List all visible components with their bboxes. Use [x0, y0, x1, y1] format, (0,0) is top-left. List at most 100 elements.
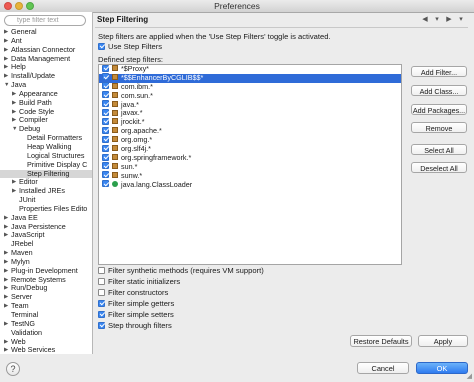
option-checkbox[interactable]: Filter simple setters [98, 310, 174, 320]
collapsed-arrow-icon[interactable]: ▶ [12, 116, 16, 125]
package-icon [112, 73, 118, 80]
package-icon [112, 154, 118, 160]
expanded-arrow-icon[interactable]: ▼ [12, 125, 17, 134]
collapsed-arrow-icon[interactable]: ▶ [4, 302, 8, 311]
collapsed-arrow-icon[interactable]: ▶ [4, 320, 8, 329]
expanded-arrow-icon[interactable]: ▼ [4, 81, 9, 90]
remove-button[interactable]: Remove [411, 122, 467, 133]
filter-row[interactable]: java.lang.ClassLoader [99, 179, 401, 190]
package-icon [112, 136, 118, 143]
tree-item[interactable]: ▶ Compiler [0, 116, 92, 125]
filter-label: *$$EnhancerByCGLIB$$* [121, 72, 204, 82]
filter-row[interactable]: java.* [99, 100, 401, 110]
filter-input[interactable] [4, 15, 86, 26]
collapsed-arrow-icon[interactable]: ▶ [4, 214, 8, 223]
collapsed-arrow-icon[interactable]: ▶ [4, 72, 8, 81]
collapsed-arrow-icon[interactable]: ▶ [4, 284, 8, 293]
collapsed-arrow-icon[interactable]: ▶ [4, 276, 8, 285]
use-step-filters-checkbox[interactable]: Use Step Filters [98, 42, 162, 52]
collapsed-arrow-icon[interactable]: ▶ [4, 267, 8, 276]
filter-checkbox[interactable] [102, 153, 109, 161]
collapsed-arrow-icon[interactable]: ▶ [12, 108, 16, 117]
page-description: Step filters are applied when the 'Use S… [98, 32, 331, 41]
option-checkbox[interactable]: Filter synthetic methods (requires VM su… [98, 266, 264, 276]
filter-checkbox[interactable] [102, 180, 109, 188]
cancel-button[interactable]: Cancel [357, 362, 409, 374]
package-icon [112, 100, 118, 107]
filter-checkbox[interactable] [102, 100, 109, 108]
window-title: Preferences [214, 1, 260, 11]
collapsed-arrow-icon[interactable]: ▶ [4, 258, 8, 267]
add-filter-button[interactable]: Add Filter... [411, 66, 467, 77]
filter-row[interactable]: com.sun.* [99, 90, 401, 101]
option-label: Filter constructors [108, 288, 169, 297]
option-label: Filter static initializers [108, 277, 181, 286]
collapsed-arrow-icon[interactable]: ▶ [4, 249, 8, 258]
package-icon [112, 82, 118, 89]
checkbox-icon[interactable] [98, 42, 105, 50]
defined-filters-label: Defined step filters: [98, 55, 163, 64]
filter-checkbox[interactable] [102, 117, 109, 125]
collapsed-arrow-icon[interactable]: ▶ [4, 223, 8, 232]
apply-button[interactable]: Apply [418, 335, 468, 347]
filter-checkbox[interactable] [102, 73, 109, 81]
ok-button[interactable]: OK [416, 362, 468, 374]
forward-menu-icon[interactable]: ▾ [454, 15, 468, 24]
checkbox-icon[interactable] [98, 299, 105, 307]
collapsed-arrow-icon[interactable]: ▶ [4, 55, 8, 64]
collapsed-arrow-icon[interactable]: ▶ [4, 28, 8, 37]
checkbox-icon[interactable] [98, 277, 105, 285]
checkbox-icon[interactable] [98, 288, 105, 296]
add-packages-button[interactable]: Add Packages... [411, 104, 467, 115]
filter-checkbox[interactable] [102, 126, 109, 134]
filter-checkbox[interactable] [102, 162, 109, 170]
filter-checkbox[interactable] [102, 82, 109, 90]
option-checkbox[interactable]: Filter static initializers [98, 277, 180, 287]
filter-label: org.slf4j.* [121, 144, 151, 154]
filter-checkbox[interactable] [102, 65, 109, 72]
checkbox-icon[interactable] [98, 321, 105, 329]
filter-label: javax.* [121, 108, 143, 118]
checkbox-icon[interactable] [98, 266, 105, 274]
add-class-button[interactable]: Add Class... [411, 85, 467, 96]
collapsed-arrow-icon[interactable]: ▶ [4, 293, 8, 302]
collapsed-arrow-icon[interactable]: ▶ [12, 90, 16, 99]
collapsed-arrow-icon[interactable]: ▶ [4, 338, 8, 347]
tree-item[interactable]: Step Filtering [0, 169, 92, 179]
collapsed-arrow-icon[interactable]: ▶ [4, 46, 8, 55]
collapsed-arrow-icon[interactable]: ▶ [4, 37, 8, 46]
collapsed-arrow-icon[interactable]: ▶ [4, 346, 8, 354]
filter-checkbox[interactable] [102, 171, 109, 179]
page-title: Step Filtering [97, 15, 149, 24]
option-checkbox[interactable]: Filter simple getters [98, 299, 174, 309]
resize-grip-icon[interactable]: ◢ [467, 372, 472, 380]
step-filters-list[interactable]: *$Proxy* *$$EnhancerByCGLIB$$* com.ibm.* co… [98, 64, 402, 265]
collapsed-arrow-icon[interactable]: ▶ [12, 178, 16, 187]
filter-label: com.sun.* [121, 90, 153, 100]
filter-checkbox[interactable] [102, 91, 109, 99]
filter-row[interactable]: org.springframework.* [99, 152, 401, 163]
restore-defaults-button[interactable]: Restore Defaults [350, 335, 412, 347]
collapsed-arrow-icon[interactable]: ▶ [12, 187, 16, 196]
filter-label: org.omg.* [121, 135, 153, 145]
collapsed-arrow-icon[interactable]: ▶ [4, 63, 8, 72]
help-button[interactable]: ? [6, 362, 20, 376]
option-label: Filter simple setters [108, 310, 174, 319]
select-all-button[interactable]: Select All [411, 144, 467, 155]
option-checkbox[interactable]: Step through filters [98, 321, 172, 331]
filter-label: org.springframework.* [121, 152, 192, 162]
option-label: Step through filters [108, 321, 172, 330]
checkbox-icon[interactable] [98, 310, 105, 318]
collapsed-arrow-icon[interactable]: ▶ [4, 231, 8, 240]
filter-label: java.lang.ClassLoader [121, 179, 193, 189]
filter-checkbox[interactable] [102, 109, 109, 117]
filter-row[interactable]: sun.* [99, 162, 401, 172]
deselect-all-button[interactable]: Deselect All [411, 162, 467, 173]
filter-checkbox[interactable] [102, 135, 109, 143]
tree-item[interactable]: ▶ Installed JREs [0, 186, 92, 196]
package-icon [112, 91, 118, 98]
filter-checkbox[interactable] [102, 144, 109, 152]
option-checkbox[interactable]: Filter constructors [98, 288, 168, 298]
tree-item[interactable]: ▶ Web Services [0, 346, 92, 354]
collapsed-arrow-icon[interactable]: ▶ [12, 99, 16, 108]
